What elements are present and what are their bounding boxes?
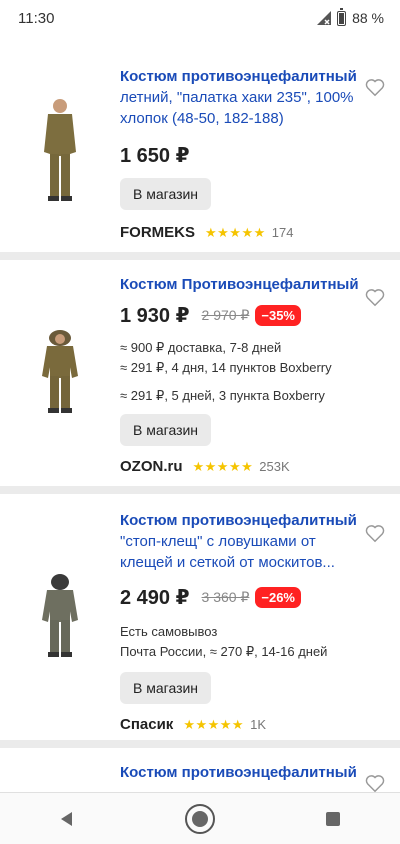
price-row: 1 650 ₽ xyxy=(120,143,360,168)
rating-stars: ★★★★★ xyxy=(205,224,266,240)
shop-row: FORMEKS ★★★★★ 174 xyxy=(120,224,360,241)
delivery-line: ≈ 291 ₽, 5 дней, 3 пункта Boxberry xyxy=(120,388,325,403)
shop-row: OZON.ru ★★★★★ 253K xyxy=(120,458,360,475)
delivery-line: ≈ 900 ₽ доставка, 7-8 дней xyxy=(120,340,282,355)
recents-button[interactable] xyxy=(313,799,353,839)
old-price: 3 360 ₽ xyxy=(201,589,250,605)
feed-top-spacer xyxy=(0,36,400,52)
to-shop-button[interactable]: В магазин xyxy=(120,178,212,210)
heart-icon[interactable] xyxy=(364,286,386,308)
price: 1 650 ₽ xyxy=(120,145,190,167)
product-image[interactable] xyxy=(0,52,120,252)
shop-name[interactable]: FORMEKS xyxy=(120,224,195,241)
price-row: 1 930 ₽ 2 970 ₽ −35% xyxy=(120,303,360,328)
back-button[interactable] xyxy=(47,799,87,839)
review-count[interactable]: 174 xyxy=(272,225,294,240)
status-bar: 11:30 88 % xyxy=(0,0,400,36)
rating-stars: ★★★★★ xyxy=(192,458,254,474)
delivery-line: Есть самовывоз xyxy=(120,624,218,639)
home-icon xyxy=(184,803,215,834)
rating-stars: ★★★★★ xyxy=(183,716,245,732)
suit-encephalitis-image xyxy=(42,330,78,413)
product-image[interactable] xyxy=(0,260,120,486)
android-nav-bar xyxy=(0,792,400,844)
product-image[interactable] xyxy=(0,494,120,740)
status-time: 11:30 xyxy=(18,9,55,27)
suit-khaki-image xyxy=(44,99,76,201)
product-feed[interactable]: Костюм противоэнцефалитный летний, "пала… xyxy=(0,36,400,792)
price-row: 2 490 ₽ 3 360 ₽ −26% xyxy=(120,585,360,610)
heart-icon[interactable] xyxy=(364,76,386,98)
price: 1 930 ₽ xyxy=(120,305,190,327)
product-title[interactable]: Костюм противоэнцефалитный xyxy=(120,762,360,783)
discount-badge: −35% xyxy=(255,305,301,326)
price: 2 490 ₽ xyxy=(120,587,190,609)
product-image[interactable] xyxy=(0,748,120,792)
product-title[interactable]: Костюм противоэнцефалитный летний, "пала… xyxy=(120,66,360,129)
shop-row: Спасик ★★★★★ 1K xyxy=(120,716,360,733)
to-shop-button[interactable]: В магазин xyxy=(120,414,212,446)
suit-stop-tick-image xyxy=(42,574,78,657)
to-shop-button[interactable]: В магазин xyxy=(120,672,212,704)
discount-badge: −26% xyxy=(255,587,301,608)
product-title[interactable]: Костюм противоэнцефалитный "стоп-клещ" с… xyxy=(120,510,360,573)
status-icons: 88 % xyxy=(317,7,384,26)
battery-level: 88 % xyxy=(352,10,384,26)
battery-icon xyxy=(337,7,347,26)
delivery-line: Почта России, ≈ 270 ₽, 14-16 дней xyxy=(120,644,328,659)
delivery-line: ≈ 291 ₽, 4 дня, 14 пунктов Boxberry xyxy=(120,360,332,375)
review-count[interactable]: 1K xyxy=(250,717,266,732)
product-card[interactable]: Костюм противоэнцефалитный xyxy=(0,748,400,792)
old-price: 2 970 ₽ xyxy=(201,307,250,323)
product-card[interactable]: Костюм противоэнцефалитный летний, "пала… xyxy=(0,52,400,252)
signal-icon xyxy=(317,11,332,25)
heart-icon[interactable] xyxy=(364,772,386,792)
heart-icon[interactable] xyxy=(364,522,386,544)
back-icon xyxy=(60,811,72,826)
delivery-info: ≈ 900 ₽ доставка, 7-8 дней ≈ 291 ₽, 4 дн… xyxy=(120,338,360,406)
review-count[interactable]: 253K xyxy=(259,459,289,474)
product-card[interactable]: Костюм противоэнцефалитный "стоп-клещ" с… xyxy=(0,494,400,740)
shop-name[interactable]: OZON.ru xyxy=(120,458,183,475)
product-card[interactable]: Костюм Противоэнцефалитный 1 930 ₽ 2 970… xyxy=(0,260,400,486)
shop-name[interactable]: Спасик xyxy=(120,716,173,733)
delivery-info: Есть самовывоз Почта России, ≈ 270 ₽, 14… xyxy=(120,622,360,662)
product-title[interactable]: Костюм Противоэнцефалитный xyxy=(120,274,360,295)
recents-icon xyxy=(326,811,341,826)
home-button[interactable] xyxy=(180,799,220,839)
